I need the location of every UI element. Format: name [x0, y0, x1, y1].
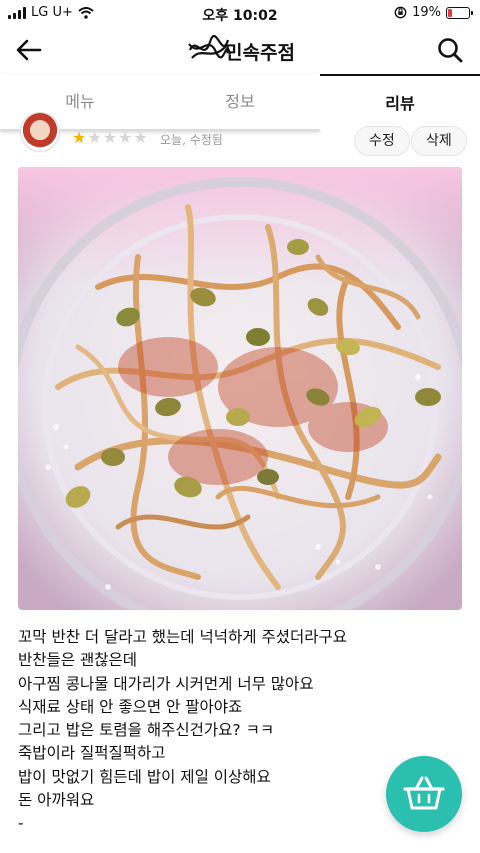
- search-icon[interactable]: [436, 36, 464, 64]
- cart-button[interactable]: [386, 756, 462, 832]
- review-text-line: 그리고 밥은 토렴을 해주신건가요? ㅋㅋ: [18, 721, 275, 740]
- avatar: [20, 112, 60, 152]
- review-text-line: 반찬들은 괜찮은데: [18, 651, 138, 670]
- review-date: 오늘, 수정됨: [160, 133, 223, 147]
- shopping-basket-icon: [403, 776, 445, 810]
- battery-fill: [448, 8, 452, 17]
- star-icon: ★: [72, 128, 87, 147]
- top-app-bar: 민속주점: [0, 26, 480, 74]
- review-text-line: 아구찜 콩나물 대가리가 시커먼게 너무 많아요: [18, 674, 314, 693]
- battery-icon: [446, 6, 473, 19]
- tab-review[interactable]: 리뷰: [320, 74, 480, 130]
- review-header: ★ ★ ★ ★ ★ 오늘, 수정됨 수정 삭제: [0, 112, 480, 158]
- orientation-lock-icon: [394, 6, 407, 19]
- battery-percent: 19%: [412, 5, 441, 20]
- star-icon: ★: [133, 128, 148, 147]
- star-icon: ★: [87, 128, 102, 147]
- review-text-line: 식재료 상태 안 좋으면 안 팔아야죠: [18, 697, 243, 716]
- status-bar: LG U+ 오후 10:02 19%: [0, 0, 480, 26]
- star-rating: ★ ★ ★ ★ ★: [72, 130, 148, 146]
- review-photo[interactable]: [18, 167, 462, 610]
- redaction-scribble: [188, 34, 232, 59]
- page-title: 민속주점: [225, 42, 295, 64]
- tab-info[interactable]: 정보: [160, 74, 320, 130]
- star-icon: ★: [102, 128, 118, 147]
- review-text-line: 꼬막 반찬 더 달라고 했는데 넉넉하게 주셨더라구요: [18, 628, 348, 646]
- status-right: 19%: [394, 5, 473, 20]
- star-icon: ★: [118, 128, 133, 147]
- tab-bar: 메뉴 정보 리뷰: [0, 74, 480, 130]
- edit-button[interactable]: 수정: [354, 126, 410, 156]
- delete-button[interactable]: 삭제: [411, 126, 467, 156]
